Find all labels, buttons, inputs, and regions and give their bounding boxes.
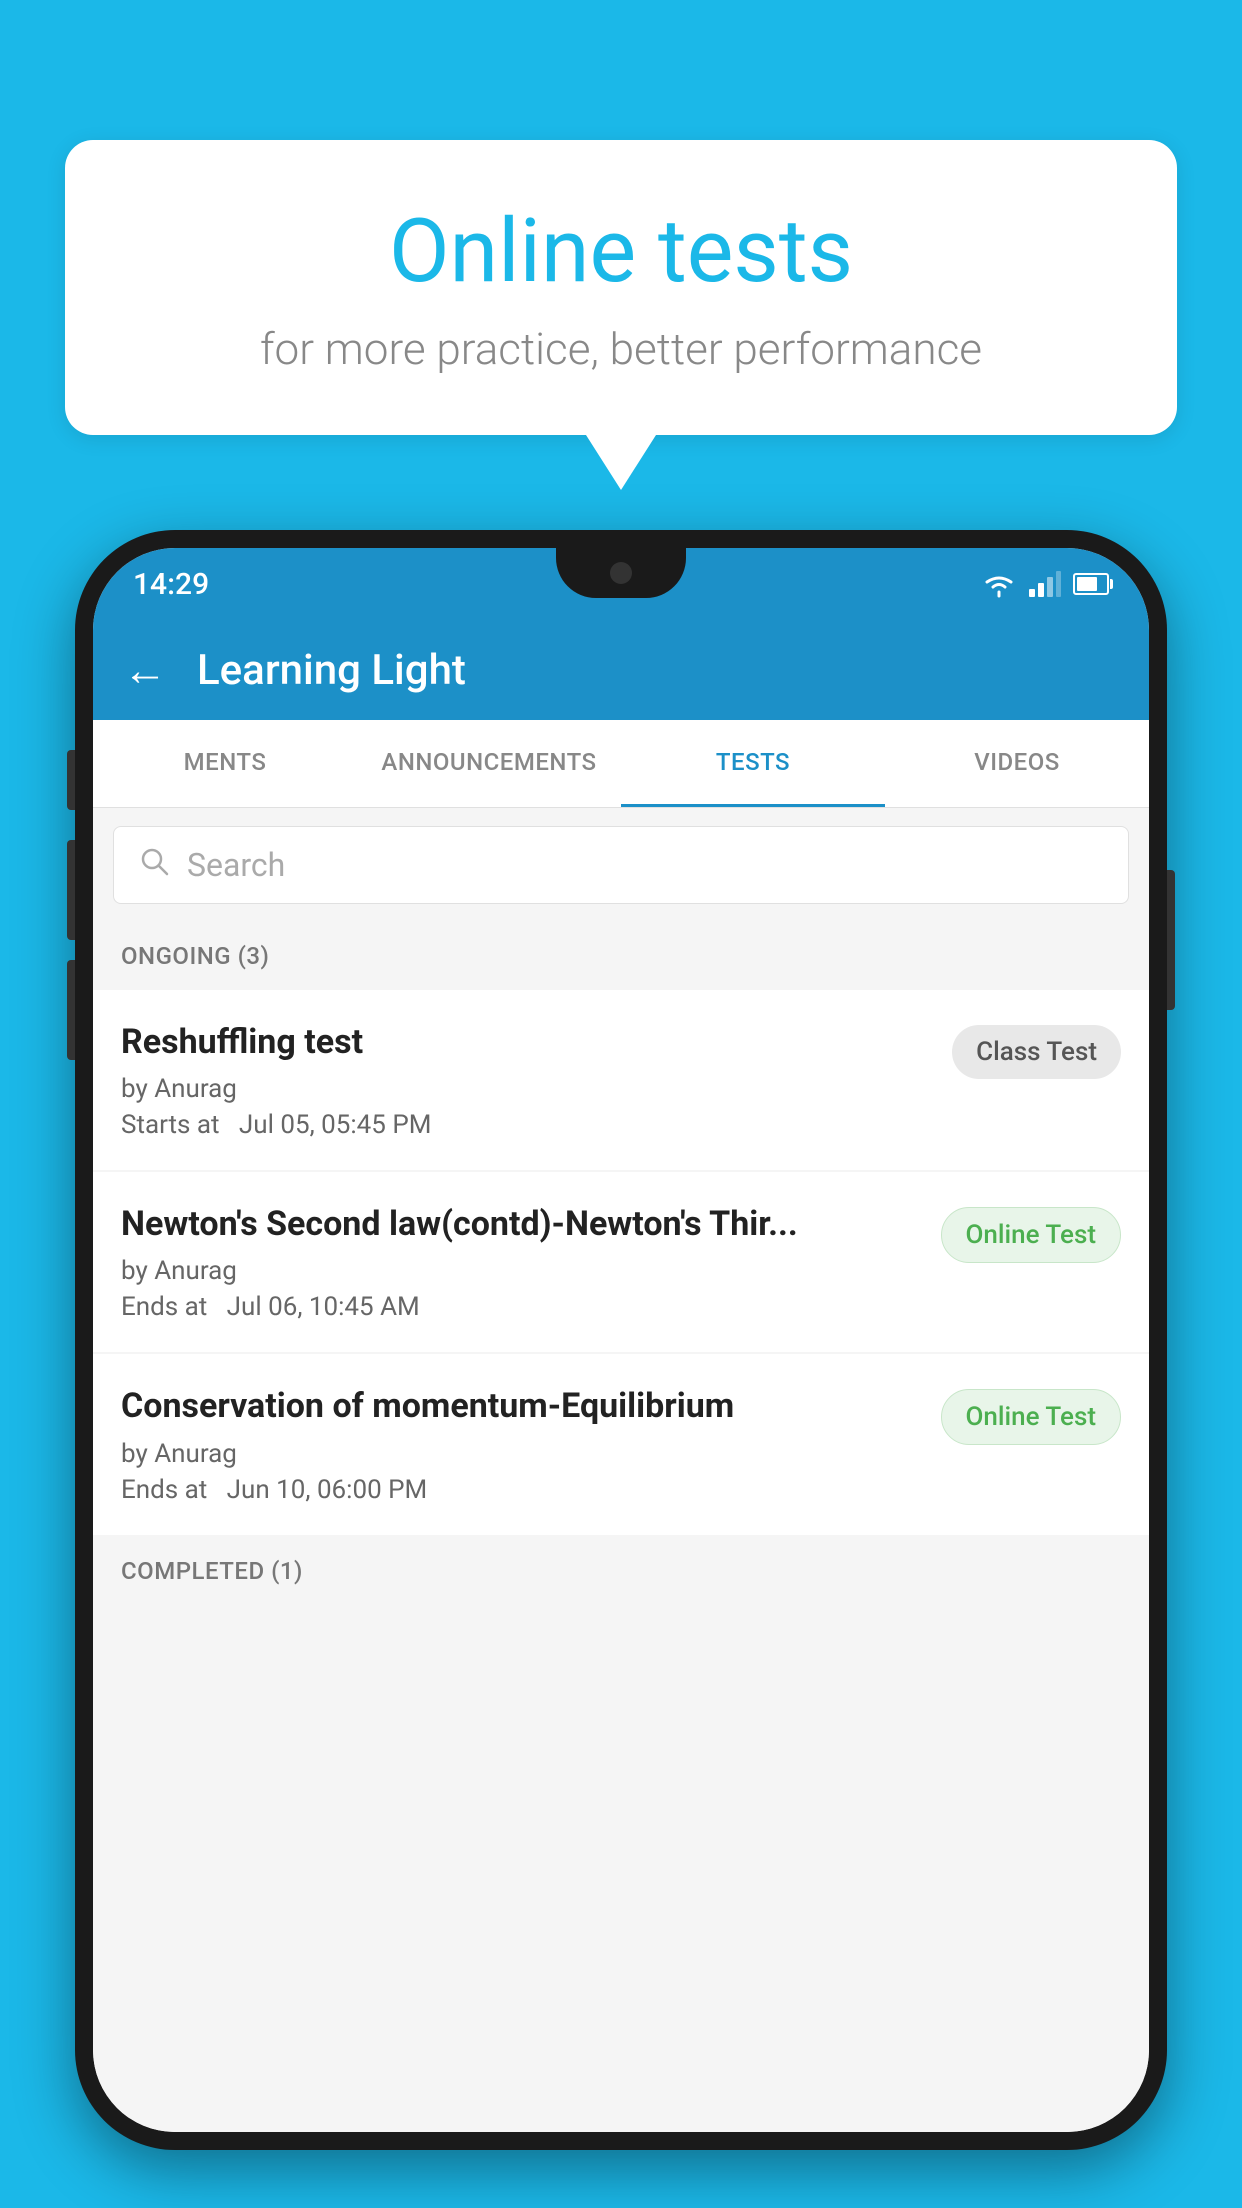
app-header: ← Learning Light [93,620,1149,720]
status-icons [981,570,1109,598]
test-card[interactable]: Newton's Second law(contd)-Newton's Thir… [93,1172,1149,1352]
back-button[interactable]: ← [123,644,167,696]
battery-icon [1073,573,1109,595]
test-card-by: by Anurag [121,1439,921,1469]
tab-announcements[interactable]: ANNOUNCEMENTS [357,720,621,807]
phone-button-volume-down [67,840,75,940]
test-card[interactable]: Conservation of momentum-Equilibrium by … [93,1354,1149,1534]
speech-bubble-container: Online tests for more practice, better p… [65,140,1177,490]
test-card-date: Ends at Jun 10, 06:00 PM [121,1475,921,1505]
completed-section-header: COMPLETED (1) [93,1537,1149,1605]
battery-fill [1077,577,1097,591]
search-input-placeholder: Search [187,846,285,884]
test-card-title: Conservation of momentum-Equilibrium [121,1384,921,1428]
test-card-info: Newton's Second law(contd)-Newton's Thir… [121,1202,921,1322]
phone-button-volume-up [67,750,75,810]
tab-tests[interactable]: TESTS [621,720,885,807]
search-icon [139,845,169,885]
list-content: ONGOING (3) Reshuffling test by Anurag S… [93,922,1149,2132]
signal-icon [1029,571,1061,597]
app-title: Learning Light [197,646,466,695]
phone-button-extra [67,960,75,1060]
camera-dot [610,562,632,584]
phone-screen: 14:29 [93,548,1149,2132]
test-card-info: Reshuffling test by Anurag Starts at Jul… [121,1020,932,1140]
wifi-icon [981,570,1017,598]
test-card-date: Ends at Jul 06, 10:45 AM [121,1292,921,1322]
test-card-title: Newton's Second law(contd)-Newton's Thir… [121,1202,921,1246]
test-card-title: Reshuffling test [121,1020,932,1064]
tabs-bar: MENTS ANNOUNCEMENTS TESTS VIDEOS [93,720,1149,808]
notch [556,548,686,598]
test-card-info: Conservation of momentum-Equilibrium by … [121,1384,921,1504]
test-badge-class: Class Test [952,1025,1121,1079]
test-card-by: by Anurag [121,1256,921,1286]
test-badge-online: Online Test [941,1389,1122,1445]
speech-bubble-tail [586,435,656,490]
tab-ments[interactable]: MENTS [93,720,357,807]
phone-wrapper: 14:29 [75,530,1167,2208]
test-card-by: by Anurag [121,1074,932,1104]
bubble-title: Online tests [145,200,1097,303]
tab-videos[interactable]: VIDEOS [885,720,1149,807]
phone-button-power [1167,870,1175,1010]
search-bar[interactable]: Search [113,826,1129,904]
test-badge-online: Online Test [941,1207,1122,1263]
test-card[interactable]: Reshuffling test by Anurag Starts at Jul… [93,990,1149,1170]
test-card-date: Starts at Jul 05, 05:45 PM [121,1110,932,1140]
search-container: Search [93,808,1149,922]
speech-bubble: Online tests for more practice, better p… [65,140,1177,435]
bubble-subtitle: for more practice, better performance [145,323,1097,375]
phone-frame: 14:29 [75,530,1167,2150]
status-time: 14:29 [133,567,209,602]
ongoing-section-header: ONGOING (3) [93,922,1149,990]
